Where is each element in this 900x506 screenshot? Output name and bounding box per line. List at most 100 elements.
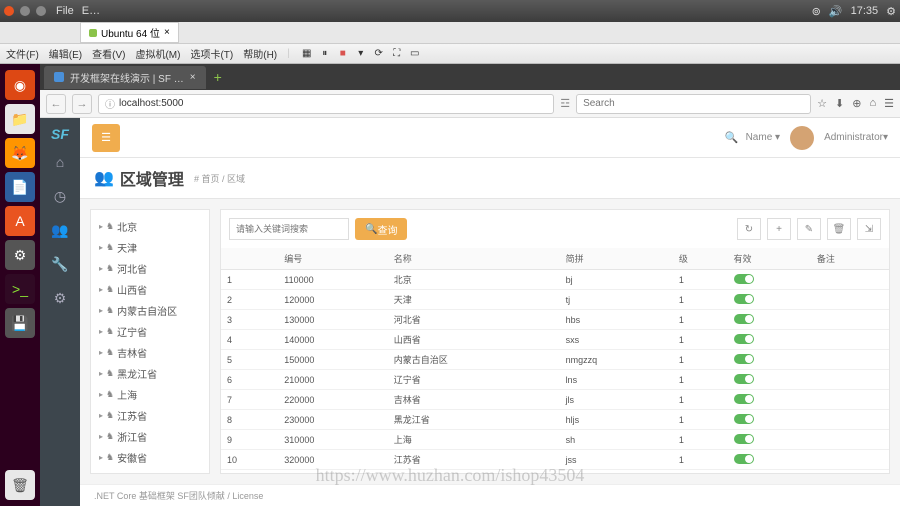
edit-button[interactable]: ✎ xyxy=(797,218,821,240)
add-button[interactable]: + xyxy=(767,218,791,240)
url-bar[interactable]: ⓘ localhost:5000 xyxy=(98,94,554,114)
table-row[interactable]: 2120000天津tj1 xyxy=(221,290,889,310)
col-pinyin[interactable]: 简拼 xyxy=(560,248,673,270)
tree-item[interactable]: ▸♞福建省 xyxy=(97,468,203,474)
tree-item[interactable]: ▸♞内蒙古自治区 xyxy=(97,300,203,321)
sidebar-time-icon[interactable]: ◷ xyxy=(46,182,74,210)
table-row[interactable]: 7220000吉林省jls1 xyxy=(221,390,889,410)
vm-tool-icon[interactable]: ⛶ xyxy=(390,47,404,61)
sidebar-users-icon[interactable]: 👥 xyxy=(46,216,74,244)
menu-file[interactable]: File xyxy=(56,5,74,17)
minimize-icon[interactable] xyxy=(20,6,30,16)
admin-dropdown[interactable]: Administrator▾ xyxy=(824,132,888,143)
tree-item[interactable]: ▸♞北京 xyxy=(97,216,203,237)
active-toggle[interactable] xyxy=(734,354,754,364)
settings-icon[interactable]: ⚙ xyxy=(5,240,35,270)
breadcrumb[interactable]: # 首页 / 区域 xyxy=(194,172,245,185)
search-input[interactable] xyxy=(576,94,811,114)
new-tab-button[interactable]: + xyxy=(206,69,230,85)
sidebar-home-icon[interactable]: ⌂ xyxy=(46,148,74,176)
star-icon[interactable]: ☆ xyxy=(817,97,827,110)
tree-item[interactable]: ▸♞河北省 xyxy=(97,258,203,279)
table-row[interactable]: 6210000辽宁省lns1 xyxy=(221,370,889,390)
download-icon[interactable]: ⊕ xyxy=(852,97,861,110)
vm-menu-item[interactable]: 文件(F) xyxy=(6,46,39,61)
tree-item[interactable]: ▸♞辽宁省 xyxy=(97,321,203,342)
vm-menu-item[interactable]: 帮助(H) xyxy=(243,46,277,61)
active-toggle[interactable] xyxy=(734,274,754,284)
vm-menu-item[interactable]: 选项卡(T) xyxy=(190,46,233,61)
disk-icon[interactable]: 💾 xyxy=(5,308,35,338)
col-name[interactable]: 名称 xyxy=(388,248,560,270)
sidebar-cog-icon[interactable]: ⚙ xyxy=(46,284,74,312)
table-row[interactable]: 11330000浙江省zjs1 xyxy=(221,470,889,474)
menu-icon[interactable]: ☰ xyxy=(884,97,894,110)
document-icon[interactable]: 📄 xyxy=(5,172,35,202)
avatar[interactable] xyxy=(790,126,814,150)
vm-tool-icon[interactable]: ⟳ xyxy=(372,47,386,61)
app-icon[interactable]: A xyxy=(5,206,35,236)
table-row[interactable]: 1110000北京bj1 xyxy=(221,270,889,290)
tree-item[interactable]: ▸♞江苏省 xyxy=(97,405,203,426)
active-toggle[interactable] xyxy=(734,454,754,464)
table-row[interactable]: 10320000江苏省jss1 xyxy=(221,450,889,470)
vm-tool-icon[interactable]: ▭ xyxy=(408,47,422,61)
close-icon[interactable] xyxy=(4,6,14,16)
sidebar-wrench-icon[interactable]: 🔧 xyxy=(46,250,74,278)
active-toggle[interactable] xyxy=(734,374,754,384)
name-dropdown[interactable]: Name ▾ xyxy=(746,132,780,143)
tree-item[interactable]: ▸♞天津 xyxy=(97,237,203,258)
delete-button[interactable]: 🗑 xyxy=(827,218,851,240)
search-icon[interactable]: 🔍 xyxy=(718,124,746,152)
tree-item[interactable]: ▸♞上海 xyxy=(97,384,203,405)
vm-menu-item[interactable]: 编辑(E) xyxy=(49,46,82,61)
query-button[interactable]: 🔍 查询 xyxy=(355,218,407,240)
col-level[interactable]: 级 xyxy=(673,248,728,270)
close-icon[interactable]: × xyxy=(190,72,196,83)
reader-icon[interactable]: ☲ xyxy=(560,97,570,110)
vm-tool-icon[interactable]: ⏸ xyxy=(318,47,332,61)
active-toggle[interactable] xyxy=(734,394,754,404)
vm-tool-icon[interactable]: ▦ xyxy=(300,47,314,61)
home-icon[interactable]: ⌂ xyxy=(869,97,876,110)
firefox-icon[interactable]: 🦊 xyxy=(5,138,35,168)
tree-item[interactable]: ▸♞吉林省 xyxy=(97,342,203,363)
maximize-icon[interactable] xyxy=(36,6,46,16)
tree-item[interactable]: ▸♞浙江省 xyxy=(97,426,203,447)
tray-time[interactable]: 17:35 xyxy=(851,5,879,17)
table-row[interactable]: 9310000上海sh1 xyxy=(221,430,889,450)
tray-gear-icon[interactable]: ⚙ xyxy=(886,5,896,18)
forward-button[interactable]: → xyxy=(72,94,92,114)
filter-input[interactable] xyxy=(229,218,349,240)
tray-sound-icon[interactable]: 🔊 xyxy=(829,5,843,18)
close-icon[interactable]: × xyxy=(164,27,170,38)
vm-tool-icon[interactable]: ■ xyxy=(336,47,350,61)
vm-tab[interactable]: Ubuntu 64 位 × xyxy=(80,22,179,43)
table-row[interactable]: 4140000山西省sxs1 xyxy=(221,330,889,350)
tree-item[interactable]: ▸♞安徽省 xyxy=(97,447,203,468)
tree-item[interactable]: ▸♞山西省 xyxy=(97,279,203,300)
vm-tool-icon[interactable]: ▾ xyxy=(354,47,368,61)
active-toggle[interactable] xyxy=(734,334,754,344)
terminal-icon[interactable]: >_ xyxy=(5,274,35,304)
refresh-button[interactable]: ↻ xyxy=(737,218,761,240)
col-note[interactable]: 备注 xyxy=(811,248,889,270)
export-button[interactable]: ⇲ xyxy=(857,218,881,240)
vm-menu-item[interactable]: 虚拟机(M) xyxy=(135,46,180,61)
menu-edit[interactable]: E… xyxy=(82,5,100,17)
vm-menu-item[interactable]: 查看(V) xyxy=(92,46,125,61)
col-code[interactable]: 编号 xyxy=(278,248,387,270)
files-icon[interactable]: 📁 xyxy=(5,104,35,134)
back-button[interactable]: ← xyxy=(46,94,66,114)
active-toggle[interactable] xyxy=(734,294,754,304)
trash-icon[interactable]: 🗑 xyxy=(5,470,35,500)
active-toggle[interactable] xyxy=(734,434,754,444)
active-toggle[interactable] xyxy=(734,314,754,324)
table-row[interactable]: 8230000黑龙江省hljs1 xyxy=(221,410,889,430)
pocket-icon[interactable]: ⬇ xyxy=(835,97,844,110)
col-active[interactable]: 有效 xyxy=(728,248,811,270)
table-row[interactable]: 5150000内蒙古自治区nmgzzq1 xyxy=(221,350,889,370)
table-row[interactable]: 3130000河北省hbs1 xyxy=(221,310,889,330)
browser-tab[interactable]: 开发框架在线演示 | SF … × xyxy=(44,66,206,89)
active-toggle[interactable] xyxy=(734,414,754,424)
